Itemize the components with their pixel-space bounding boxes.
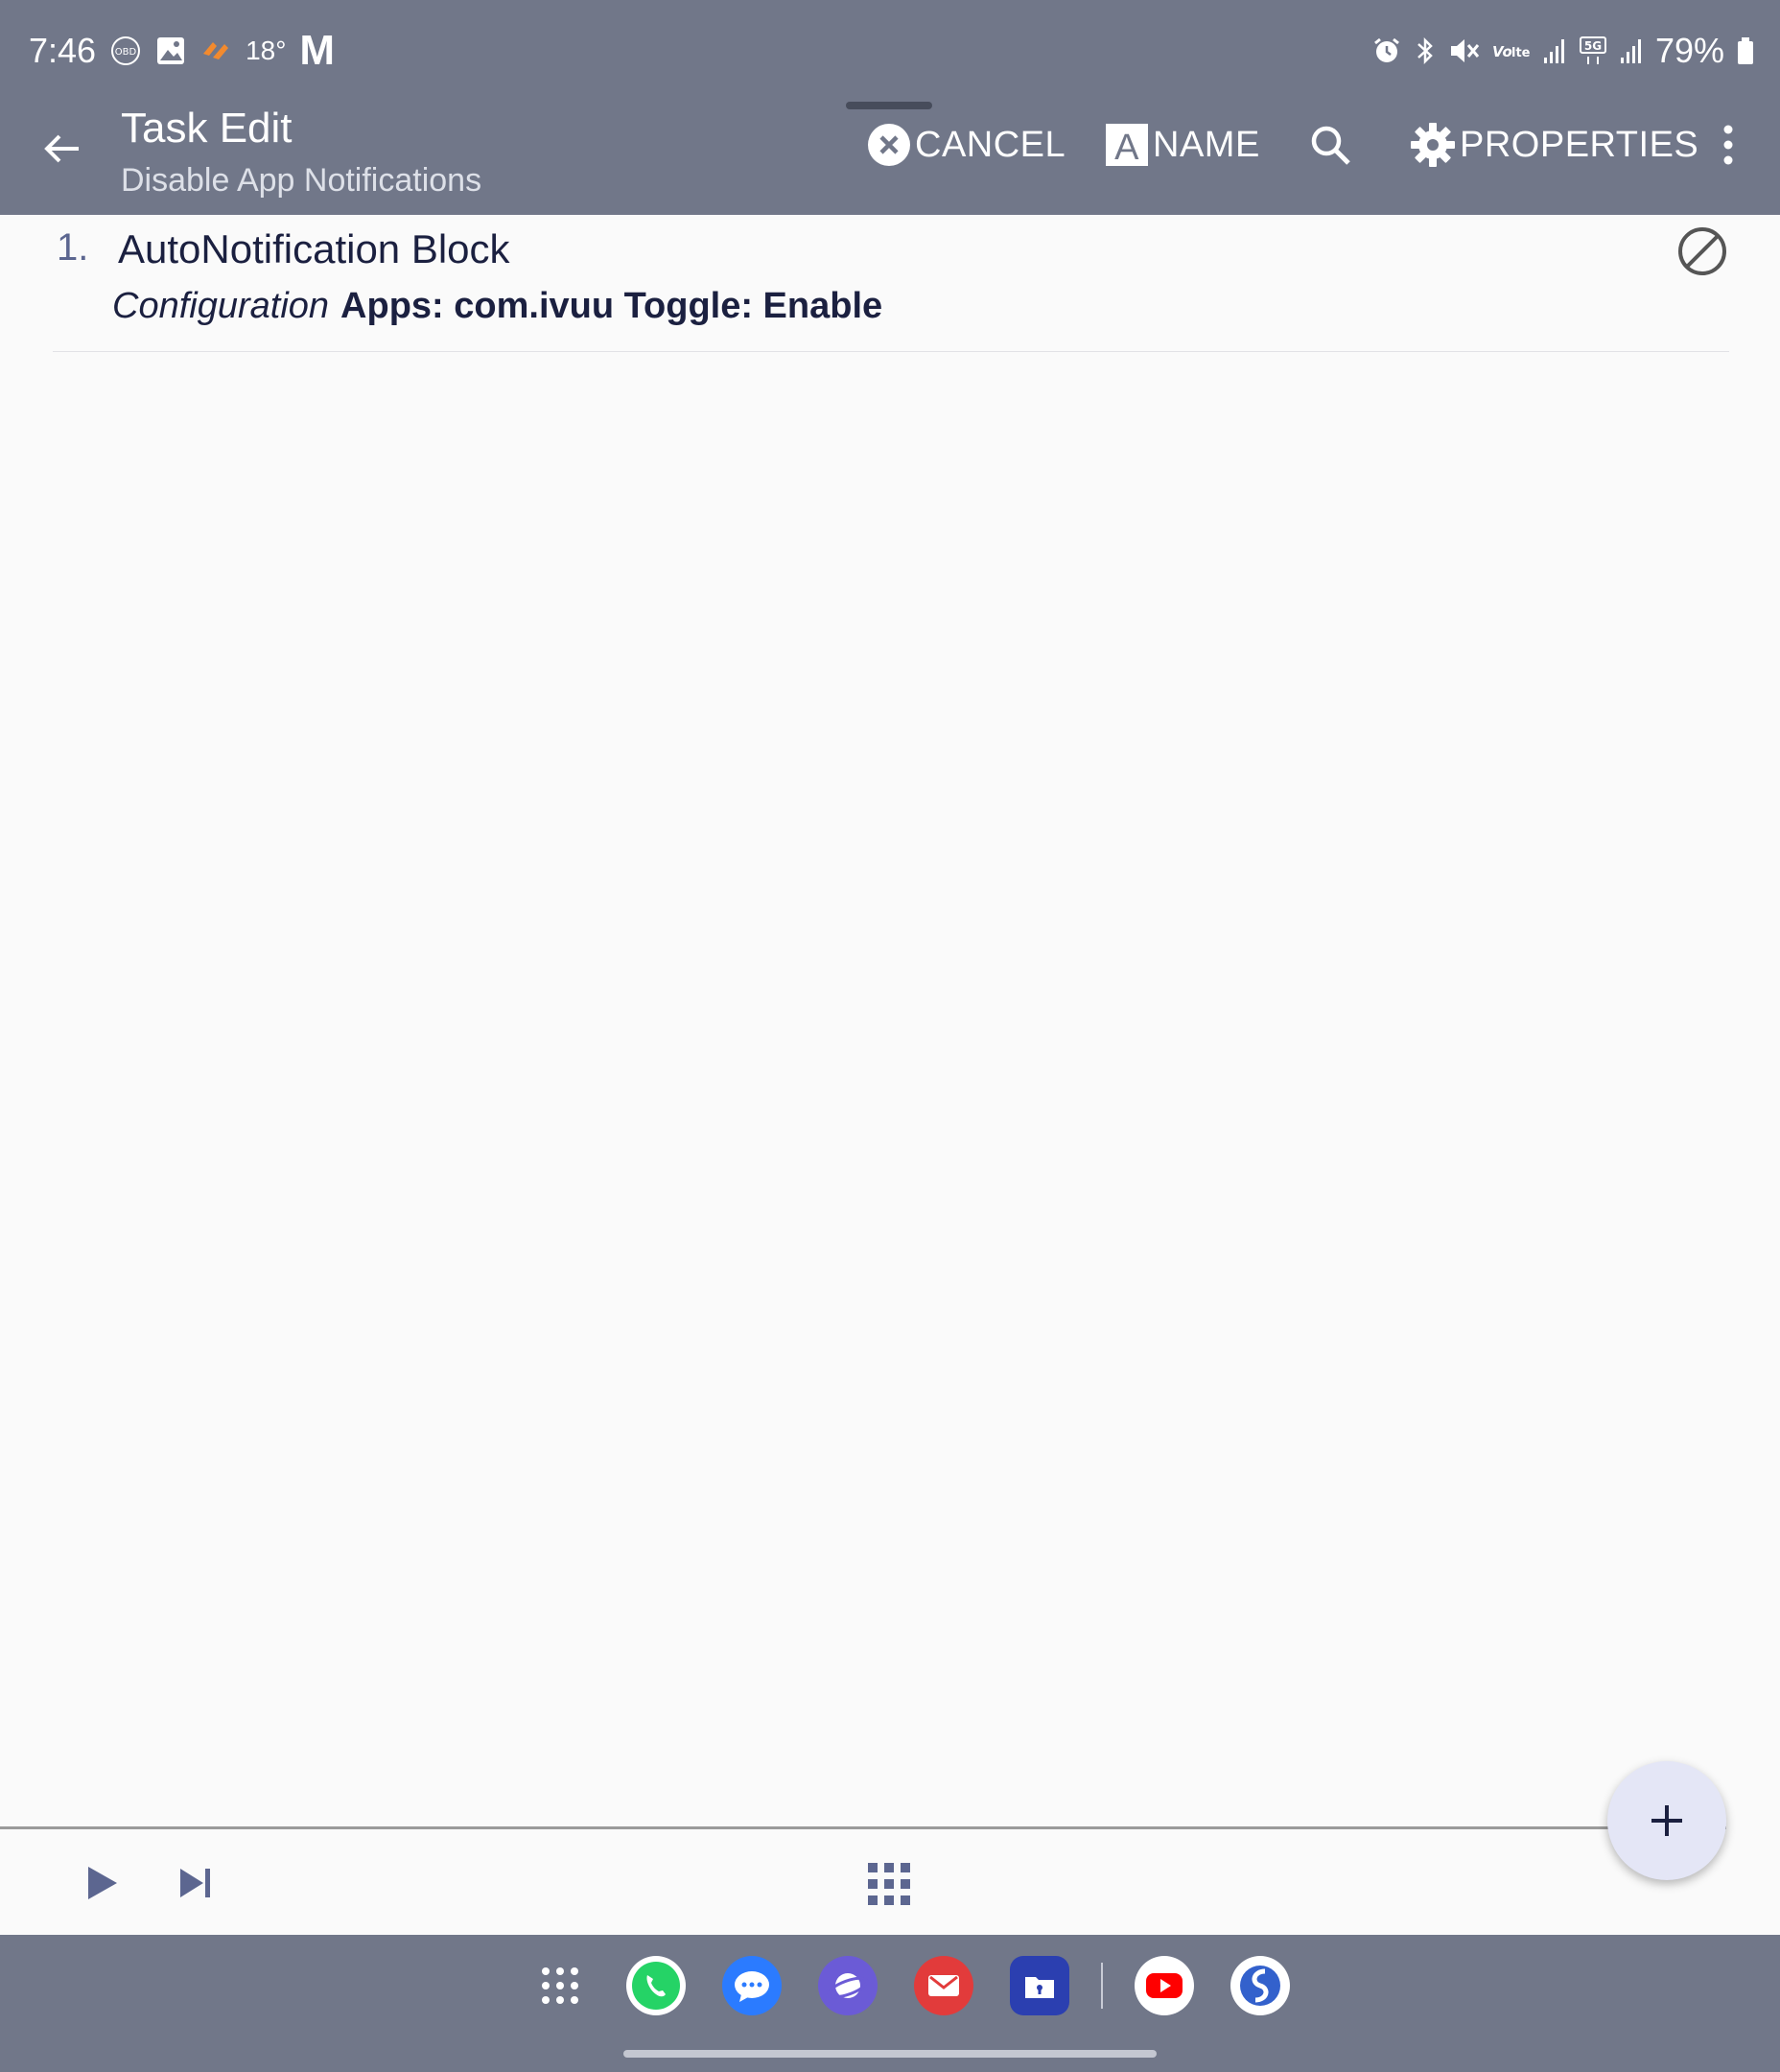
bluetooth-icon bbox=[1414, 35, 1437, 67]
svg-text:lte: lte bbox=[1511, 46, 1531, 60]
plus-icon bbox=[1651, 1805, 1682, 1836]
app-drawer-icon[interactable] bbox=[530, 1956, 590, 2015]
action-config: Configuration Apps: com.ivuu Toggle: Enab… bbox=[112, 286, 882, 327]
page-subtitle: Disable App Notifications bbox=[121, 162, 482, 199]
whatsapp-icon[interactable] bbox=[626, 1956, 686, 2015]
weather-app-icon bbox=[199, 36, 232, 65]
obd-icon: OBD bbox=[109, 35, 142, 67]
status-bar: 7:46 OBD 18° M Vo lte 5G 79% bbox=[0, 0, 1780, 102]
app-bar: Task Edit Disable App Notifications CANC… bbox=[0, 102, 1780, 215]
volte-icon: Vo lte bbox=[1492, 39, 1531, 62]
step-button[interactable] bbox=[176, 1864, 215, 1907]
action-number: 1. bbox=[57, 226, 89, 269]
youtube-icon[interactable] bbox=[1135, 1956, 1194, 2015]
signal-icon bbox=[1619, 36, 1644, 65]
config-value: Apps: com.ivuu Toggle: Enable bbox=[340, 286, 883, 326]
action-row[interactable]: 1. AutoNotification Block Configuration A… bbox=[53, 215, 1729, 352]
back-button[interactable] bbox=[38, 125, 86, 173]
status-time: 7:46 bbox=[29, 31, 97, 70]
block-icon bbox=[1678, 227, 1726, 275]
dock-separator bbox=[1101, 1963, 1103, 2009]
gear-icon bbox=[1411, 123, 1455, 167]
home-indicator[interactable] bbox=[623, 2050, 1157, 2058]
battery-percent: 79% bbox=[1654, 31, 1724, 70]
simplenote-icon[interactable] bbox=[1230, 1956, 1290, 2015]
more-vert-icon bbox=[1723, 125, 1733, 165]
arrow-left-icon bbox=[44, 134, 79, 163]
properties-button[interactable]: PROPERTIES bbox=[1410, 102, 1698, 188]
messages-icon[interactable] bbox=[722, 1956, 782, 2015]
svg-text:OBD: OBD bbox=[115, 47, 137, 58]
grid-icon bbox=[868, 1863, 910, 1905]
signal-icon bbox=[1542, 36, 1567, 65]
secure-folder-icon[interactable] bbox=[1010, 1956, 1069, 2015]
internet-icon[interactable] bbox=[818, 1956, 878, 2015]
bottom-toolbar bbox=[0, 1829, 1780, 1935]
grid-menu-button[interactable] bbox=[867, 1862, 911, 1911]
overflow-menu-button[interactable] bbox=[1717, 102, 1740, 188]
name-button[interactable]: A NAME bbox=[1105, 102, 1260, 188]
play-button[interactable] bbox=[82, 1864, 121, 1907]
properties-label: PROPERTIES bbox=[1460, 124, 1699, 165]
action-title: AutoNotification Block bbox=[118, 226, 510, 271]
alarm-icon bbox=[1371, 35, 1402, 66]
config-label: Configuration bbox=[112, 286, 330, 326]
5g-icon: 5G bbox=[1579, 35, 1607, 66]
text-a-icon: A bbox=[1106, 124, 1148, 167]
play-icon bbox=[88, 1867, 117, 1899]
cancel-button[interactable]: CANCEL bbox=[867, 102, 1066, 188]
svg-text:5G: 5G bbox=[1584, 39, 1602, 53]
gmail-icon: M bbox=[299, 27, 335, 74]
page-title: Task Edit bbox=[121, 105, 293, 152]
email-icon[interactable] bbox=[914, 1956, 973, 2015]
disable-action-button[interactable] bbox=[1675, 224, 1729, 278]
search-icon bbox=[1311, 126, 1350, 165]
cancel-label: CANCEL bbox=[915, 124, 1066, 165]
add-action-button[interactable] bbox=[1607, 1761, 1726, 1880]
svg-text:Vo: Vo bbox=[1492, 43, 1512, 60]
battery-icon bbox=[1736, 36, 1755, 65]
name-label: NAME bbox=[1153, 124, 1260, 165]
skip-next-icon bbox=[180, 1869, 210, 1897]
gallery-icon bbox=[155, 35, 186, 66]
app-dock bbox=[512, 1956, 1308, 2015]
svg-text:A: A bbox=[1114, 128, 1139, 167]
close-circle-icon bbox=[868, 124, 910, 166]
mute-icon bbox=[1448, 35, 1481, 66]
navigation-bar bbox=[0, 1935, 1780, 2072]
status-temperature: 18° bbox=[246, 35, 287, 65]
search-button[interactable] bbox=[1308, 102, 1352, 188]
